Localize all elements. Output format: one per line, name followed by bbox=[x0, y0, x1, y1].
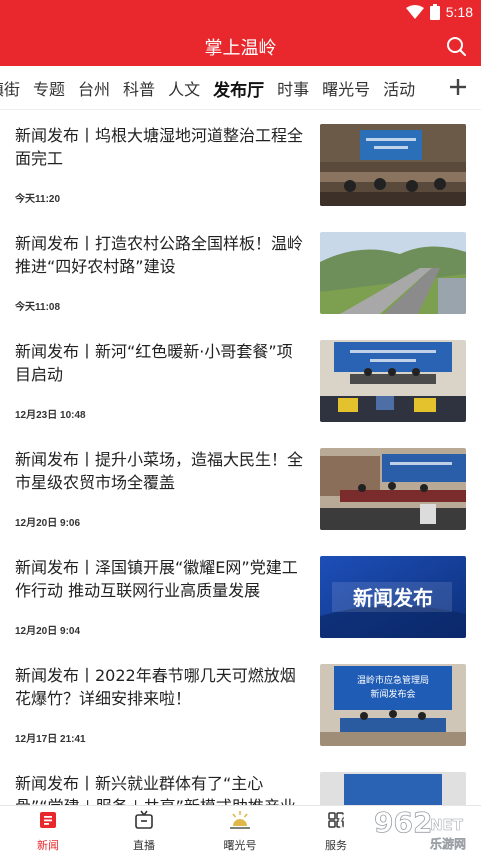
tab-3[interactable]: 科普 bbox=[123, 76, 155, 100]
thumb-news-release-text: 新闻发布 bbox=[353, 586, 433, 610]
news-item[interactable]: 新闻发布丨新兴就业群体有了“主心骨”“党建＋服务＋共享”新模式助推产业升级 bbox=[0, 758, 481, 805]
tab-2[interactable]: 台州 bbox=[78, 76, 110, 100]
watermark-logo: 962 NET 乐游网 bbox=[338, 806, 466, 851]
news-time: 12月20日 9:04 bbox=[15, 626, 81, 637]
news-time: 今天11:20 bbox=[15, 194, 61, 205]
news-thumbnail[interactable] bbox=[320, 232, 466, 314]
news-title[interactable]: 新闻发布丨坞根大塘湿地河道整治工程全面完工 bbox=[15, 124, 307, 170]
nav-label: 曙光号 bbox=[223, 839, 257, 852]
news-item[interactable]: 新闻发布丨打造农村公路全国样板！温岭推进“四好农村路”建设 今天11:08 bbox=[0, 218, 481, 326]
news-thumbnail[interactable] bbox=[320, 340, 466, 422]
news-item[interactable]: 新闻发布丨坞根大塘湿地河道整治工程全面完工 今天11:20 bbox=[0, 110, 481, 218]
watermark-suffix: NET bbox=[430, 816, 464, 834]
news-time: 12月20日 9:06 bbox=[15, 518, 81, 529]
news-item[interactable]: 新闻发布丨2022年春节哪几天可燃放烟花爆竹？详细安排来啦！ 12月17日 21… bbox=[0, 650, 481, 758]
news-item[interactable]: 新闻发布丨提升小菜场，造福大民生！全市星级农贸市场全覆盖 12月20日 9:06 bbox=[0, 434, 481, 542]
nav-live[interactable]: 直播 bbox=[114, 810, 174, 854]
news-item[interactable]: 新闻发布丨泽国镇开展“徽耀E网”党建工作行动 推动互联网行业高质量发展 12月2… bbox=[0, 542, 481, 650]
status-bar: 5:18 bbox=[0, 0, 481, 24]
news-item[interactable]: 新闻发布丨新河“红色暖新·小哥套餐”项目启动 12月23日 10:48 bbox=[0, 326, 481, 434]
tab-strip: 镇街专题台州科普人文发布厅时事曙光号活动 bbox=[0, 66, 428, 109]
tv-icon bbox=[135, 810, 153, 829]
watermark-text: 962 bbox=[374, 806, 432, 839]
news-title[interactable]: 新闻发布丨新河“红色暖新·小哥套餐”项目启动 bbox=[15, 340, 307, 386]
news-time: 12月23日 10:48 bbox=[15, 410, 86, 421]
thumb-caption-line: 新闻发布会 bbox=[370, 688, 415, 700]
news-thumbnail[interactable] bbox=[320, 124, 466, 206]
tab-6[interactable]: 时事 bbox=[277, 76, 309, 100]
news-time: 12月17日 21:41 bbox=[15, 734, 86, 745]
status-indicators: 5:18 bbox=[405, 3, 473, 21]
news-thumbnail[interactable]: 新闻发布 bbox=[320, 556, 466, 638]
sunrise-icon bbox=[230, 811, 250, 829]
app-title: 掌上温岭 bbox=[204, 38, 277, 59]
nav-label: 直播 bbox=[133, 839, 155, 852]
tab-4[interactable]: 人文 bbox=[168, 76, 200, 100]
nav-label: 新闻 bbox=[37, 839, 59, 852]
tab-8[interactable]: 活动 bbox=[383, 76, 415, 100]
app-bar: 掌上温岭 bbox=[0, 24, 481, 66]
news-time: 今天11:08 bbox=[15, 302, 61, 313]
news-icon bbox=[40, 812, 56, 828]
news-thumbnail[interactable]: 温岭市应急管理局 新闻发布会 bbox=[320, 664, 466, 746]
news-title[interactable]: 新闻发布丨打造农村公路全国样板！温岭推进“四好农村路”建设 bbox=[15, 232, 307, 278]
news-thumbnail[interactable] bbox=[320, 448, 466, 530]
watermark-sub: 乐游网 bbox=[430, 836, 466, 851]
news-title[interactable]: 新闻发布丨新兴就业群体有了“主心骨”“党建＋服务＋共享”新模式助推产业升级 bbox=[15, 772, 307, 805]
status-time: 5:18 bbox=[445, 4, 473, 20]
thumb-caption-line: 温岭市应急管理局 bbox=[357, 674, 429, 686]
tab-0[interactable]: 镇街 bbox=[0, 76, 20, 100]
tab-5[interactable]: 发布厅 bbox=[213, 76, 264, 101]
search-icon[interactable] bbox=[445, 35, 467, 57]
add-channel-icon[interactable] bbox=[447, 76, 469, 98]
wifi-icon bbox=[405, 5, 424, 19]
news-title[interactable]: 新闻发布丨提升小菜场，造福大民生！全市星级农贸市场全覆盖 bbox=[15, 448, 307, 494]
tab-1[interactable]: 专题 bbox=[33, 76, 65, 100]
news-feed[interactable]: 新闻发布丨坞根大塘湿地河道整治工程全面完工 今天11:20 新闻发布丨打造农村公… bbox=[0, 110, 481, 805]
tab-7[interactable]: 曙光号 bbox=[322, 76, 370, 100]
battery-icon bbox=[429, 4, 440, 20]
channel-tabs: 镇街专题台州科普人文发布厅时事曙光号活动 bbox=[0, 66, 481, 110]
nav-shuguang[interactable]: 曙光号 bbox=[210, 810, 270, 854]
news-title[interactable]: 新闻发布丨2022年春节哪几天可燃放烟花爆竹？详细安排来啦！ bbox=[15, 664, 307, 710]
nav-news[interactable]: 新闻 bbox=[18, 810, 78, 854]
news-title[interactable]: 新闻发布丨泽国镇开展“徽耀E网”党建工作行动 推动互联网行业高质量发展 bbox=[15, 556, 307, 602]
